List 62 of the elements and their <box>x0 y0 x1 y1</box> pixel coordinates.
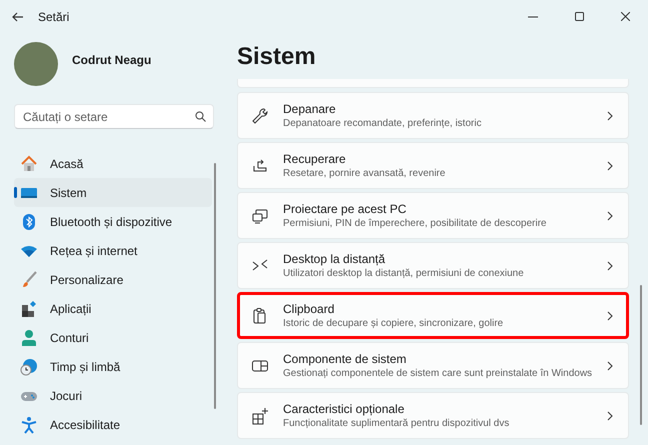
chevron-right-icon <box>607 210 613 220</box>
settings-card[interactable]: Proiectare pe acest PC Permisiuni, PIN de împerechere, posibilitate de descoperire <box>237 192 629 239</box>
scrollbar[interactable] <box>214 163 216 409</box>
card-title: Desktop la distanță <box>283 252 386 266</box>
card-title: Recuperare <box>283 152 347 166</box>
close-icon <box>620 12 630 21</box>
card-description: Permisiuni, PIN de împerechere, posibilitate de descoperire <box>283 216 548 230</box>
selection-indicator <box>14 187 17 198</box>
card-title: Clipboard <box>283 302 336 316</box>
settings-card[interactable]: Componente de sistem Gestionați componentele de sistem care sunt preinstalate în Windows <box>237 342 629 389</box>
grid-plus-icon <box>251 406 269 424</box>
card-description: Resetare, pornire avansată, revenire <box>283 166 446 180</box>
sidebar-item[interactable]: Acasă <box>14 149 212 178</box>
minimize-icon <box>528 16 538 18</box>
sidebar-item[interactable]: Bluetooth și dispozitive <box>14 207 212 236</box>
sidebar-item[interactable]: Rețea și internet <box>14 236 212 265</box>
card-title: Proiectare pe acest PC <box>283 202 408 216</box>
chevron-right-icon <box>607 110 613 120</box>
card-description: Gestionați componentele de sistem care sunt preinstalate în Windows <box>283 366 594 380</box>
maximize-icon <box>574 12 584 21</box>
settings-card[interactable]: Desktop la distanță Utilizatori desktop la distanță, permisiuni de conexiune <box>237 242 629 289</box>
settings-card[interactable]: Clipboard Istoric de decupare și copiere, sincronizare, golire <box>237 292 629 339</box>
chevron-right-icon <box>607 260 613 270</box>
home-icon <box>20 154 38 172</box>
search-icon <box>195 111 206 122</box>
chevron-right-icon <box>607 410 613 420</box>
card-description: Istoric de decupare și copiere, sincronizare, golire <box>283 316 504 330</box>
sidebar-item[interactable]: Sistem <box>14 178 212 207</box>
person-icon <box>20 328 38 346</box>
settings-card[interactable]: Depanare Depanatoare recomandate, preferințe, istoric <box>237 92 629 139</box>
avatar <box>14 42 58 86</box>
accessibility-icon <box>20 416 38 434</box>
window-title: Setări <box>38 8 70 26</box>
apps-icon <box>20 300 38 318</box>
recovery-icon <box>251 156 269 174</box>
bluetooth-icon <box>20 212 38 230</box>
globe-clock-icon <box>20 358 38 376</box>
wrench-icon <box>251 106 269 124</box>
sidebar-item[interactable]: Conturi <box>14 323 212 352</box>
card-title: Componente de sistem <box>283 352 408 366</box>
page-title: Sistem <box>237 42 317 72</box>
chevron-right-icon <box>607 360 613 370</box>
scrollbar[interactable] <box>640 285 642 425</box>
sidebar-item[interactable]: Accesibilitate <box>14 410 212 439</box>
sidebar-item[interactable]: Timp și limbă <box>14 352 212 381</box>
chevron-right-icon <box>607 160 613 170</box>
card-description: Funcționalitate suplimentară pentru dispozitivul dvs <box>283 416 510 430</box>
card-title: Depanare <box>283 102 337 116</box>
card-title: Caracteristici opționale <box>283 402 406 416</box>
brush-icon <box>20 270 38 288</box>
settings-card[interactable]: Caracteristici opționale Funcționalitate suplimentară pentru dispozitivul dvs <box>237 392 629 439</box>
screens-icon <box>251 206 269 224</box>
card-description: Utilizatori desktop la distanță, permisiuni de conexiune <box>283 266 525 280</box>
sidebar-item[interactable]: Personalizare <box>14 265 212 294</box>
back-arrow-icon <box>12 12 24 22</box>
search-field[interactable]: Căutați o setare <box>14 104 214 129</box>
profile-name: Codrut Neagu <box>72 52 152 69</box>
sidebar-item[interactable]: Jocuri <box>14 381 212 410</box>
settings-card[interactable]: Recuperare Resetare, pornire avansată, revenire <box>237 142 629 189</box>
card-description: Depanatoare recomandate, preferințe, istoric <box>283 116 482 130</box>
sidebar-item[interactable]: Aplicații <box>14 294 212 323</box>
chevron-right-icon <box>607 310 613 320</box>
